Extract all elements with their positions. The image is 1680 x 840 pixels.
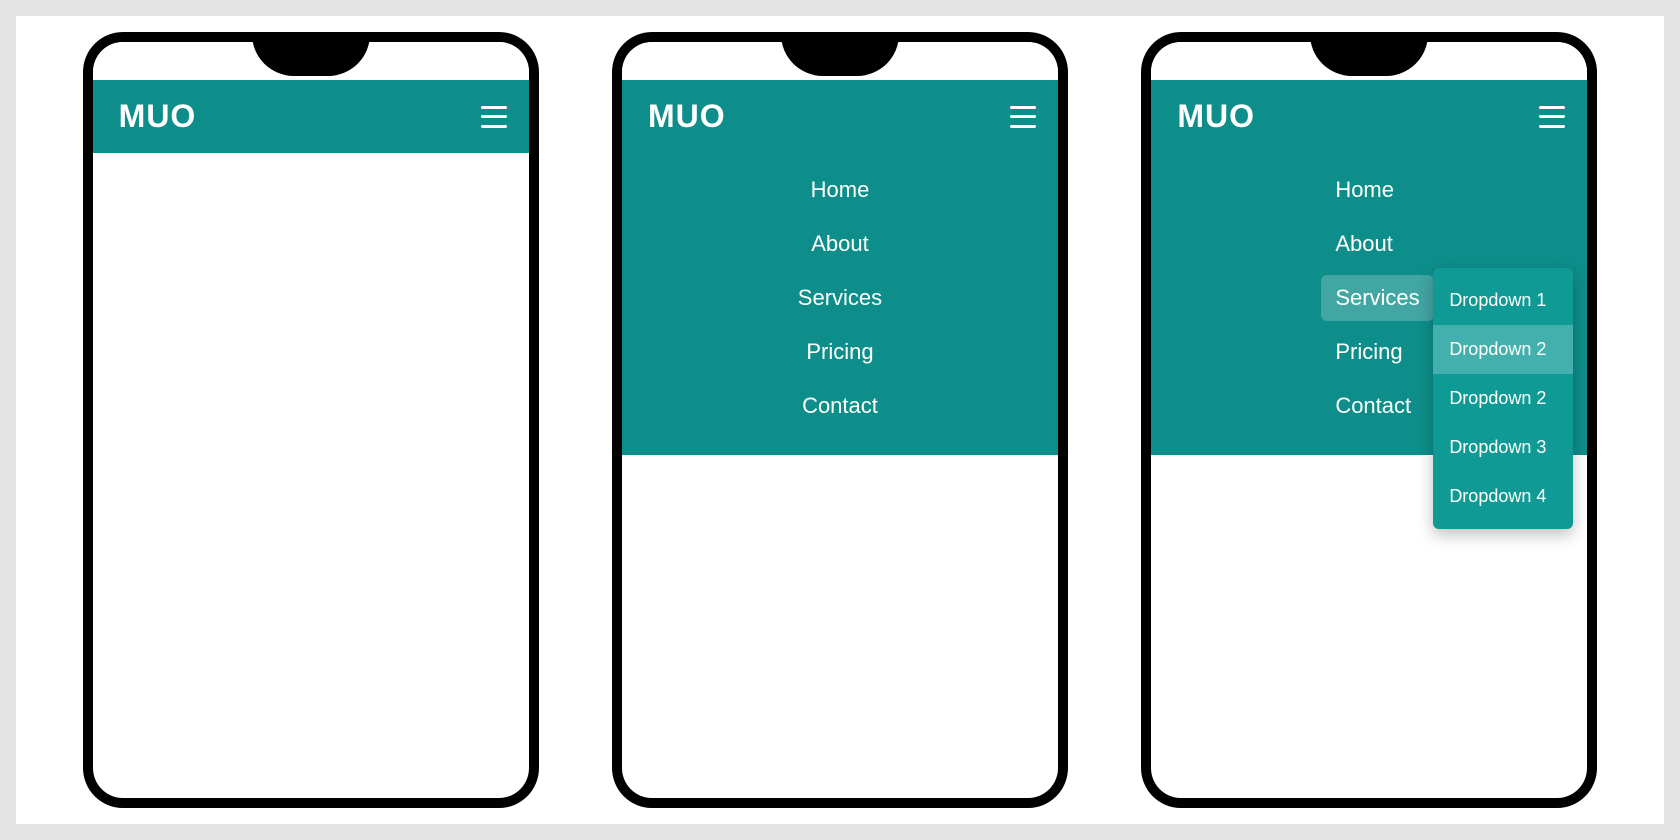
main-menu: Home About Services Pricing Contact	[622, 153, 1058, 455]
phone-screen: MUO	[93, 42, 529, 798]
navbar: MUO	[622, 80, 1058, 153]
menu-item-home[interactable]: Home	[797, 167, 884, 213]
navbar: MUO	[1151, 80, 1587, 153]
menu-item-services[interactable]: Services	[1321, 275, 1433, 321]
dropdown-item[interactable]: Dropdown 3	[1433, 423, 1573, 472]
dropdown-item[interactable]: Dropdown 1	[1433, 276, 1573, 325]
phone-screen: MUO Home About Services Pricing Contact …	[1151, 42, 1587, 798]
hamburger-icon[interactable]	[481, 106, 507, 128]
services-dropdown: Dropdown 1 Dropdown 2 Dropdown 2 Dropdow…	[1433, 268, 1573, 529]
brand-logo[interactable]: MUO	[648, 98, 726, 135]
brand-logo[interactable]: MUO	[119, 98, 197, 135]
brand-logo[interactable]: MUO	[1177, 98, 1255, 135]
preview-canvas: MUO MUO Home About Services Pricing	[16, 16, 1664, 824]
hamburger-icon[interactable]	[1539, 106, 1565, 128]
menu-item-contact[interactable]: Contact	[1321, 383, 1425, 429]
navbar: MUO	[93, 80, 529, 153]
menu-item-about[interactable]: About	[1321, 221, 1407, 267]
menu-item-contact[interactable]: Contact	[788, 383, 892, 429]
phone-frame: MUO Home About Services Pricing Contact …	[1141, 32, 1597, 808]
dropdown-item[interactable]: Dropdown 2	[1433, 325, 1573, 374]
phone-frame: MUO	[83, 32, 539, 808]
menu-item-pricing[interactable]: Pricing	[792, 329, 887, 375]
dropdown-item[interactable]: Dropdown 4	[1433, 472, 1573, 521]
menu-item-services[interactable]: Services	[784, 275, 896, 321]
hamburger-icon[interactable]	[1010, 106, 1036, 128]
dropdown-item[interactable]: Dropdown 2	[1433, 374, 1573, 423]
menu-item-home[interactable]: Home	[1321, 167, 1408, 213]
menu-item-pricing[interactable]: Pricing	[1321, 329, 1416, 375]
menu-item-about[interactable]: About	[797, 221, 883, 267]
phone-screen: MUO Home About Services Pricing Contact	[622, 42, 1058, 798]
phone-frame: MUO Home About Services Pricing Contact	[612, 32, 1068, 808]
